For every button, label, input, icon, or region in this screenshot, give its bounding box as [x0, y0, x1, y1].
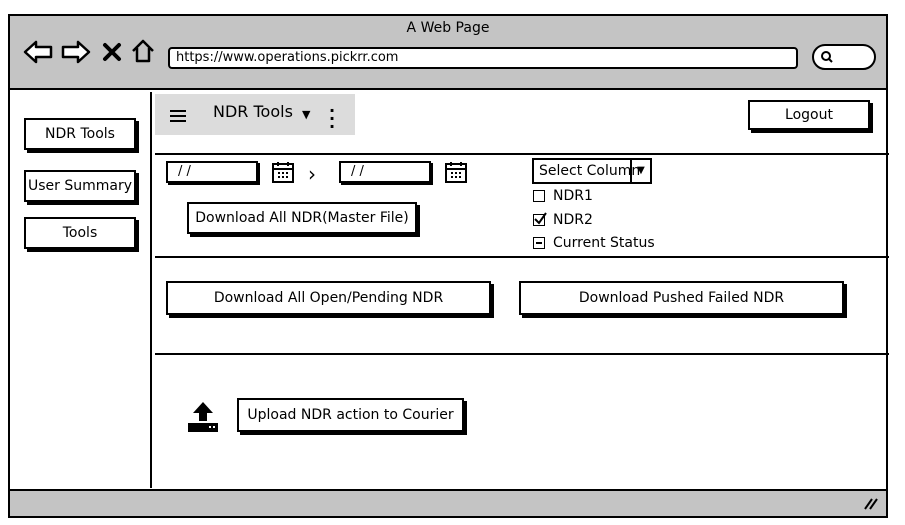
close-x-icon[interactable] [98, 38, 126, 66]
back-arrow-icon[interactable] [22, 38, 54, 66]
forward-arrow-icon[interactable] [60, 38, 92, 66]
upload-icon[interactable] [186, 400, 220, 434]
download-pushed-failed-button[interactable]: Download Pushed Failed NDR [519, 281, 844, 315]
logout-button[interactable]: Logout [748, 100, 870, 130]
chevron-down-icon: ▼ [630, 160, 650, 182]
browser-statusbar [10, 489, 886, 516]
upload-ndr-action-button[interactable]: Upload NDR action to Courier [237, 398, 464, 432]
page-title[interactable]: NDR Tools [213, 102, 293, 121]
download-open-pending-button[interactable]: Download All Open/Pending NDR [166, 281, 491, 315]
to-date-input[interactable]: / / [339, 161, 431, 183]
checkbox-ndr1[interactable]: NDR1 [533, 188, 593, 204]
from-date-input[interactable]: / / [166, 161, 258, 183]
section-divider [155, 153, 889, 155]
sidebar-divider [150, 92, 152, 488]
checkbox-unchecked-icon [533, 190, 545, 202]
checkbox-current-status[interactable]: Current Status [533, 235, 655, 251]
download-master-file-button[interactable]: Download All NDR(Master File) [187, 202, 417, 234]
window-title: A Web Page [406, 20, 490, 36]
calendar-icon[interactable] [271, 160, 295, 184]
hamburger-menu-icon[interactable] [170, 110, 186, 125]
section-divider [155, 256, 889, 258]
sidebar-item-user-summary[interactable]: User Summary [24, 170, 136, 202]
search-icon [821, 51, 833, 63]
section-divider [155, 353, 889, 355]
checkbox-indeterminate-icon [533, 237, 545, 249]
url-bar[interactable]: https://www.operations.pickrr.com [168, 47, 798, 69]
resize-handle-icon[interactable] [864, 498, 878, 510]
chevron-down-icon[interactable]: ▼ [302, 108, 310, 121]
calendar-icon[interactable] [444, 160, 468, 184]
sidebar-item-ndr-tools[interactable]: NDR Tools [24, 118, 136, 150]
checkbox-label: NDR1 [553, 188, 593, 204]
sidebar-item-tools[interactable]: Tools [24, 217, 136, 249]
checkbox-checked-icon [533, 212, 547, 226]
checkbox-label: NDR2 [553, 212, 593, 228]
checkbox-label: Current Status [553, 235, 655, 251]
select-column-dropdown[interactable]: Select Column ▼ [532, 158, 652, 184]
home-icon[interactable] [128, 37, 158, 65]
kebab-menu-icon[interactable]: · · · [329, 103, 335, 135]
browser-search-button[interactable] [812, 44, 876, 70]
select-column-label: Select Column [539, 163, 641, 179]
checkbox-ndr2[interactable]: NDR2 [533, 212, 593, 228]
date-range-arrow-icon: › [308, 162, 316, 186]
